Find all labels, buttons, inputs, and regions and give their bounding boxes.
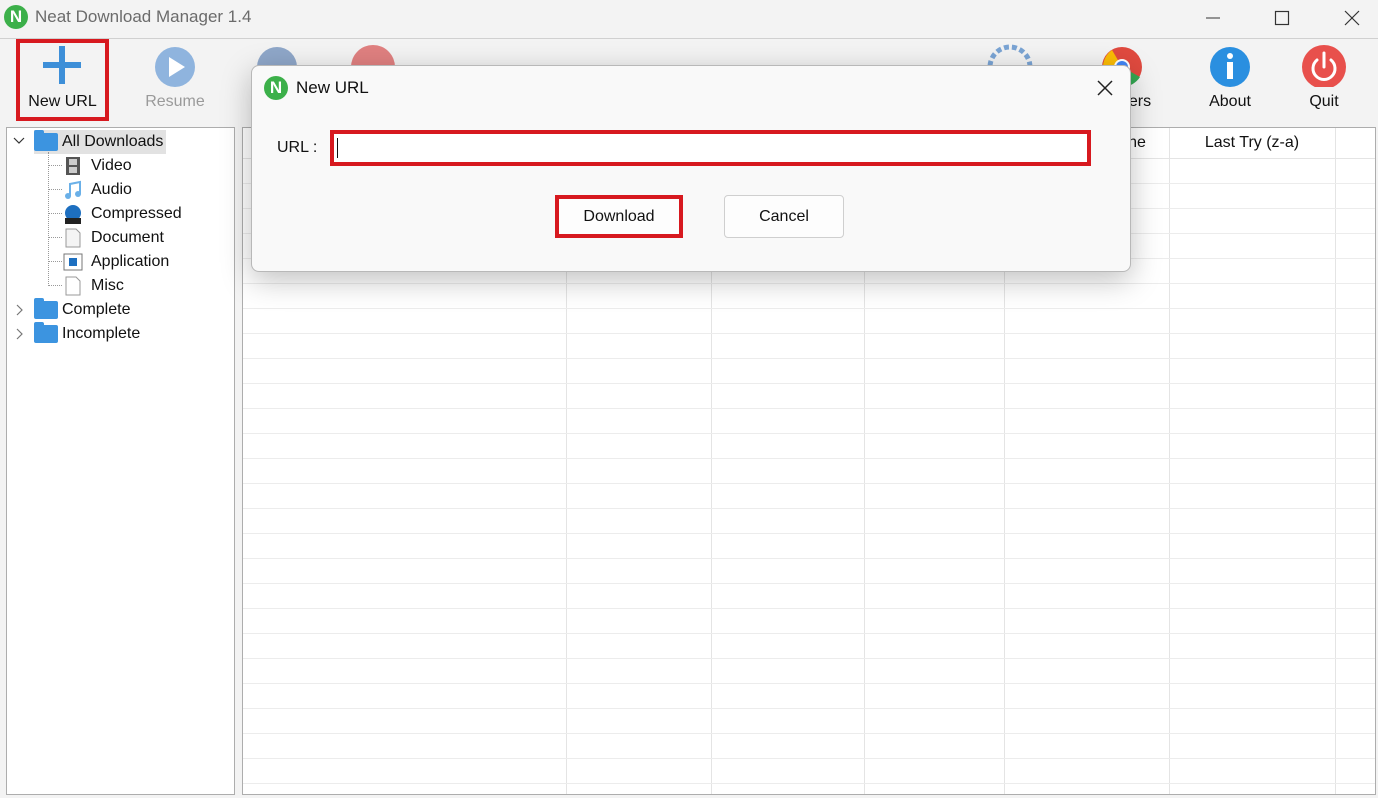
quit-button[interactable]: Quit xyxy=(1279,39,1369,121)
tree-item-all-downloads[interactable]: All Downloads xyxy=(34,130,167,154)
document-icon xyxy=(65,228,81,248)
table-row xyxy=(243,558,1375,584)
folder-icon xyxy=(34,130,58,151)
tree-item-application[interactable]: Application xyxy=(63,250,169,274)
tree-label: Video xyxy=(91,157,132,174)
music-note-icon xyxy=(65,180,81,199)
stop-icon[interactable] xyxy=(255,43,299,67)
resume-label: Resume xyxy=(145,93,205,110)
about-label: About xyxy=(1209,93,1251,110)
table-row xyxy=(243,583,1375,609)
cancel-button[interactable]: Cancel xyxy=(724,195,844,238)
tree-item-compressed[interactable]: Compressed xyxy=(63,202,182,226)
resume-button[interactable]: Resume xyxy=(130,39,220,121)
text-cursor xyxy=(337,138,338,158)
table-row xyxy=(243,708,1375,734)
tree-label: Audio xyxy=(91,181,132,198)
table-row xyxy=(243,458,1375,484)
tree-label: Compressed xyxy=(91,205,182,222)
category-tree: All Downloads Video Audio Compressed Doc… xyxy=(6,127,235,795)
window-title: Neat Download Manager 1.4 xyxy=(35,7,252,26)
table-row xyxy=(243,433,1375,459)
close-window-button[interactable] xyxy=(1329,0,1375,36)
new-url-label: New URL xyxy=(28,93,97,110)
close-icon xyxy=(1344,10,1360,26)
tree-item-incomplete[interactable]: Incomplete xyxy=(34,322,140,346)
table-row xyxy=(243,283,1375,309)
title-bar: N Neat Download Manager 1.4 xyxy=(0,0,1378,36)
table-row xyxy=(243,308,1375,334)
table-row xyxy=(243,508,1375,534)
chevron-right-icon[interactable] xyxy=(16,304,24,316)
dialog-title: New URL xyxy=(296,78,369,97)
plus-icon xyxy=(43,46,81,84)
table-row xyxy=(243,333,1375,359)
quit-label: Quit xyxy=(1309,93,1339,110)
table-row xyxy=(243,658,1375,684)
dialog-close-button[interactable] xyxy=(1088,72,1122,104)
table-row xyxy=(243,383,1375,409)
tree-label: Document xyxy=(91,229,164,246)
tree-item-complete[interactable]: Complete xyxy=(34,298,130,322)
folder-icon xyxy=(34,298,58,319)
table-row xyxy=(243,758,1375,784)
tree-item-video[interactable]: Video xyxy=(63,154,132,178)
app-logo-icon: N xyxy=(4,5,28,29)
tree-label: Incomplete xyxy=(62,325,141,342)
tree-item-audio[interactable]: Audio xyxy=(63,178,132,202)
maximize-button[interactable] xyxy=(1259,0,1305,36)
new-url-dialog: N New URL URL : Download Cancel xyxy=(251,65,1131,272)
table-row xyxy=(243,608,1375,634)
dialog-logo-icon: N xyxy=(264,76,288,100)
tree-connector xyxy=(48,152,49,286)
folder-icon xyxy=(34,322,58,343)
url-label: URL : xyxy=(277,139,318,156)
download-button[interactable]: Download xyxy=(555,195,683,238)
maximize-icon xyxy=(1274,10,1290,26)
about-button[interactable]: About xyxy=(1185,39,1275,121)
film-icon xyxy=(66,157,80,175)
new-url-button[interactable]: New URL xyxy=(16,39,109,121)
table-row xyxy=(243,408,1375,434)
table-row xyxy=(243,733,1375,759)
column-header-last-try[interactable]: Last Try (z-a) xyxy=(1169,128,1335,158)
table-row xyxy=(243,483,1375,509)
table-row xyxy=(243,533,1375,559)
power-icon xyxy=(1302,45,1346,87)
settings-gear-icon[interactable] xyxy=(986,41,1034,67)
chevron-down-icon[interactable] xyxy=(13,137,25,145)
close-icon xyxy=(1097,80,1113,96)
blank-file-icon xyxy=(65,276,81,296)
table-row xyxy=(243,683,1375,709)
minimize-button[interactable] xyxy=(1190,0,1236,36)
info-icon xyxy=(1210,47,1250,87)
url-input[interactable] xyxy=(330,130,1091,166)
play-icon xyxy=(155,47,195,87)
tree-item-misc[interactable]: Misc xyxy=(63,274,124,298)
tree-label: All Downloads xyxy=(62,133,164,150)
zip-icon xyxy=(65,205,81,224)
delete-icon[interactable] xyxy=(349,43,397,67)
application-icon xyxy=(63,253,83,271)
tree-label: Application xyxy=(91,253,170,270)
tree-label: Complete xyxy=(62,301,131,318)
table-row xyxy=(243,358,1375,384)
tree-label: Misc xyxy=(91,277,124,294)
minimize-icon xyxy=(1206,17,1220,19)
chevron-right-icon[interactable] xyxy=(16,328,24,340)
tree-item-document[interactable]: Document xyxy=(63,226,164,250)
table-row xyxy=(243,633,1375,659)
